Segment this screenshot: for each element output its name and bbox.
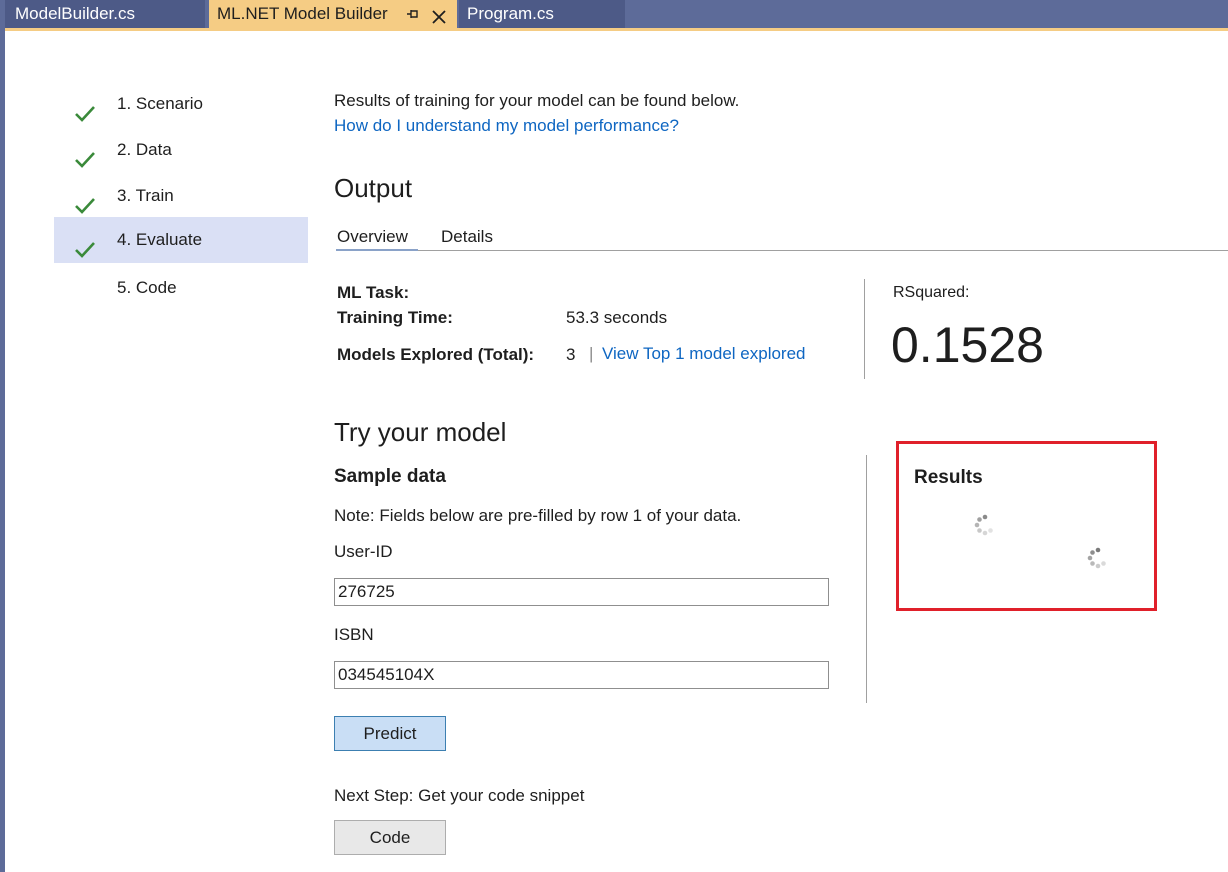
training-time-label: Training Time:	[337, 308, 453, 327]
step-label: 3. Train	[117, 186, 174, 205]
results-heading: Results	[914, 467, 983, 488]
ml-task-label: ML Task:	[337, 283, 410, 302]
check-icon	[74, 231, 96, 258]
loading-spinner-icon	[973, 513, 997, 542]
loading-spinner-icon	[1086, 546, 1110, 575]
step-scenario[interactable]: 1. Scenario	[54, 81, 308, 127]
step-label: 4. Evaluate	[117, 230, 203, 249]
models-explored-value: 3	[566, 345, 576, 364]
rsquared-label: RSquared:	[893, 284, 970, 301]
user-id-label: User-ID	[334, 542, 393, 561]
training-time-value: 53.3 seconds	[566, 308, 668, 327]
pin-icon[interactable]	[405, 0, 419, 38]
isbn-label: ISBN	[334, 625, 374, 644]
check-icon	[74, 95, 96, 122]
tab-modelbuilder-cs[interactable]: ModelBuilder.cs	[5, 0, 205, 28]
check-icon	[74, 141, 96, 168]
view-models-explored-link[interactable]: View Top 1 model explored	[602, 344, 806, 364]
models-explored-label: Models Explored (Total):	[337, 345, 535, 364]
output-heading: Output	[334, 173, 413, 203]
sample-data-heading: Sample data	[334, 466, 446, 487]
tab-program-cs[interactable]: Program.cs	[459, 0, 625, 28]
active-tab-underline	[5, 28, 1228, 31]
tab-label: ML.NET Model Builder	[217, 4, 388, 23]
next-step-text: Next Step: Get your code snippet	[334, 786, 585, 805]
window-left-edge	[0, 28, 5, 872]
step-data[interactable]: 2. Data	[54, 127, 308, 173]
close-icon[interactable]	[431, 6, 447, 24]
rsquared-value: 0.1528	[891, 317, 1044, 373]
tab-mlnet-model-builder[interactable]: ML.NET Model Builder	[209, 0, 457, 28]
intro-text: Results of training for your model can b…	[334, 91, 740, 110]
results-panel-highlight: Results	[896, 441, 1157, 611]
results-divider	[866, 455, 867, 703]
isbn-input[interactable]: 034545104X	[334, 661, 829, 689]
code-button[interactable]: Code	[334, 820, 446, 855]
step-code[interactable]: 5. Code	[54, 265, 308, 311]
step-label: 2. Data	[117, 140, 172, 159]
try-model-heading: Try your model	[334, 417, 507, 447]
selected-tab-indicator	[336, 249, 418, 251]
step-label: 5. Code	[117, 278, 177, 297]
check-icon	[74, 187, 96, 214]
step-train[interactable]: 3. Train	[54, 173, 308, 219]
metrics-divider	[864, 279, 865, 379]
step-evaluate[interactable]: 4. Evaluate	[54, 217, 308, 263]
step-label: 1. Scenario	[117, 94, 203, 113]
prefill-note: Note: Fields below are pre-filled by row…	[334, 506, 742, 525]
user-id-input[interactable]: 276725	[334, 578, 829, 606]
tab-overview[interactable]: Overview	[337, 227, 408, 247]
model-performance-help-link[interactable]: How do I understand my model performance…	[334, 116, 679, 136]
predict-button[interactable]: Predict	[334, 716, 446, 751]
tab-label: ModelBuilder.cs	[15, 4, 136, 23]
separator: |	[589, 344, 594, 363]
tab-details[interactable]: Details	[441, 227, 493, 247]
tabs-divider	[336, 250, 1228, 251]
document-tab-strip: ModelBuilder.cs ML.NET Model Builder Pro…	[0, 0, 1228, 28]
tab-label: Program.cs	[467, 4, 554, 23]
